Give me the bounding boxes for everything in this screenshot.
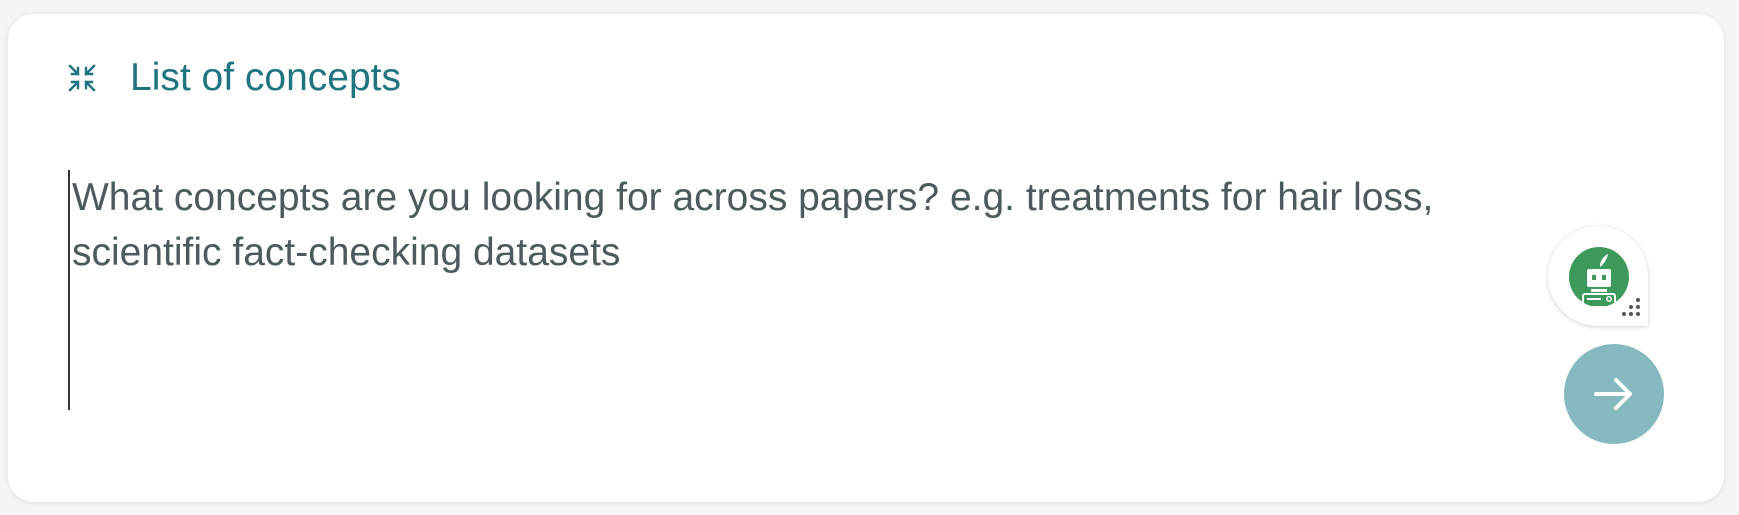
concepts-panel: List of concepts	[8, 14, 1724, 502]
panel-title: List of concepts	[130, 56, 401, 99]
concepts-query-input[interactable]	[68, 170, 1438, 410]
collapse-icon	[68, 64, 96, 92]
panel-header: List of concepts	[63, 56, 401, 100]
drag-handle-icon[interactable]	[1618, 296, 1642, 320]
assistant-widget[interactable]	[1548, 226, 1648, 326]
submit-button[interactable]	[1564, 344, 1664, 444]
collapse-button[interactable]	[63, 59, 101, 97]
arrow-right-icon	[1594, 378, 1632, 410]
